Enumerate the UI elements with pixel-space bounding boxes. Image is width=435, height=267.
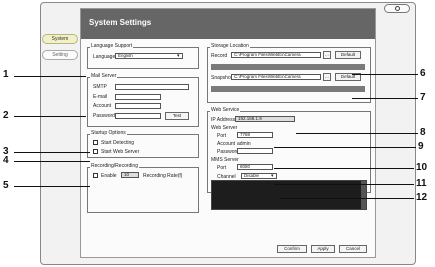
snapshot-browse-button[interactable]: ... [323, 73, 331, 81]
web-password-label: Password [217, 149, 239, 155]
test-button[interactable]: Test [165, 112, 189, 120]
account-label: Account [93, 103, 112, 109]
record-separator [211, 64, 365, 70]
callout-line-8 [296, 133, 418, 134]
cancel-button[interactable]: Cancel [339, 245, 367, 253]
start-web-label: Start Web Server [101, 149, 140, 155]
apply-button[interactable]: Apply [311, 245, 335, 253]
language-label: Language [93, 54, 116, 60]
start-detecting-checkbox[interactable] [93, 140, 98, 145]
snapshot-path-value: C:\Program Files\WebEx\Camera [234, 74, 301, 79]
web-account-label: Account [217, 141, 236, 147]
nav-setting-button[interactable]: Setting [42, 50, 78, 60]
callout-2: 2 [3, 110, 9, 121]
recording-group-label: Recording/Recording [90, 163, 139, 169]
mms-port-value: 8080 [240, 164, 251, 169]
snapshot-label: Snapshot [211, 75, 233, 81]
callout-12: 12 [416, 192, 428, 203]
start-detecting-label: Start Detecting [101, 140, 135, 146]
callout-line-5 [14, 186, 90, 187]
record-path-value: C:\Program Files\WebEx\Camera [234, 52, 301, 57]
record-browse-button[interactable]: ... [323, 51, 331, 59]
web-service-label: Web Service [210, 107, 241, 113]
callout-line-10 [274, 168, 414, 169]
recording-enable-checkbox[interactable] [93, 173, 98, 178]
side-navigation: System Setting [42, 34, 78, 66]
smtp-label: SMTP [93, 84, 107, 90]
callout-1: 1 [3, 69, 9, 80]
record-default-button[interactable]: Default [335, 51, 361, 59]
smtp-field[interactable] [115, 84, 189, 90]
recording-rate-label: Recording Rate(f) [143, 173, 183, 179]
callout-6: 6 [420, 68, 426, 79]
web-port-field[interactable]: 7788 [237, 132, 273, 138]
callout-line-6 [352, 74, 418, 75]
callout-8: 8 [420, 127, 426, 138]
ip-address-value: 192.168.1.9 [238, 116, 262, 121]
callout-5: 5 [3, 180, 9, 191]
page-title: System Settings [89, 18, 152, 27]
callout-7: 7 [420, 92, 426, 103]
mms-server-label: MMS Server [211, 157, 239, 163]
snapshot-path-field[interactable]: C:\Program Files\WebEx\Camera [231, 74, 321, 80]
mms-port-label: Port [217, 165, 227, 171]
web-port-value: 7788 [240, 132, 251, 137]
confirm-button[interactable]: Confirm [277, 245, 307, 253]
recording-enable-label: Enable [101, 173, 117, 179]
nav-system-button[interactable]: System [42, 34, 78, 44]
ip-address-label: IP Address [211, 117, 236, 123]
snapshot-separator [211, 86, 365, 92]
callout-line-9 [274, 147, 416, 148]
storage-group-label: Storage Location [210, 43, 250, 49]
chevron-down-icon: ▾ [177, 53, 180, 59]
callout-4: 4 [3, 155, 9, 166]
chevron-down-icon: ▾ [271, 173, 274, 179]
start-web-checkbox[interactable] [93, 149, 98, 154]
web-server-label: Web Server [211, 125, 238, 131]
close-icon [395, 6, 400, 11]
callout-line-11 [274, 184, 414, 185]
startup-group-label: Startup Options [90, 130, 127, 136]
mms-channel-value: Disable [244, 173, 260, 178]
email-field[interactable] [115, 94, 161, 100]
record-path-field[interactable]: C:\Program Files\WebEx\Camera [231, 52, 321, 58]
panel-header: System Settings [81, 9, 375, 39]
window-close-button[interactable] [384, 4, 410, 13]
ip-address-field: 192.168.1.9 [235, 116, 295, 122]
callout-11: 11 [416, 178, 427, 189]
recording-rate-stepper[interactable]: 10 [121, 172, 139, 178]
email-label: E-mail [93, 94, 108, 100]
password-field[interactable] [115, 113, 161, 119]
web-account-value[interactable]: admin [237, 141, 251, 147]
language-select[interactable]: English [115, 53, 183, 59]
language-value: English [118, 53, 133, 58]
language-group-label: Language Support [90, 43, 134, 49]
mail-group-label: Mail Server [90, 73, 118, 79]
callout-line-12 [280, 198, 414, 199]
channel-list-scrollbar[interactable] [361, 181, 366, 209]
callout-line-7 [352, 98, 418, 99]
callout-line-4 [14, 161, 90, 162]
record-label: Record [211, 53, 228, 59]
callout-10: 10 [416, 162, 428, 173]
web-password-field[interactable] [237, 148, 273, 154]
password-label: Password [93, 113, 115, 119]
callout-line-2 [14, 116, 86, 117]
callout-line-1 [14, 76, 86, 77]
callout-9: 9 [418, 141, 424, 152]
web-port-label: Port [217, 133, 227, 139]
recording-rate-value: 10 [124, 172, 130, 177]
callout-line-3 [14, 152, 90, 153]
mms-port-field[interactable]: 8080 [237, 164, 273, 170]
account-field[interactable] [115, 103, 161, 109]
